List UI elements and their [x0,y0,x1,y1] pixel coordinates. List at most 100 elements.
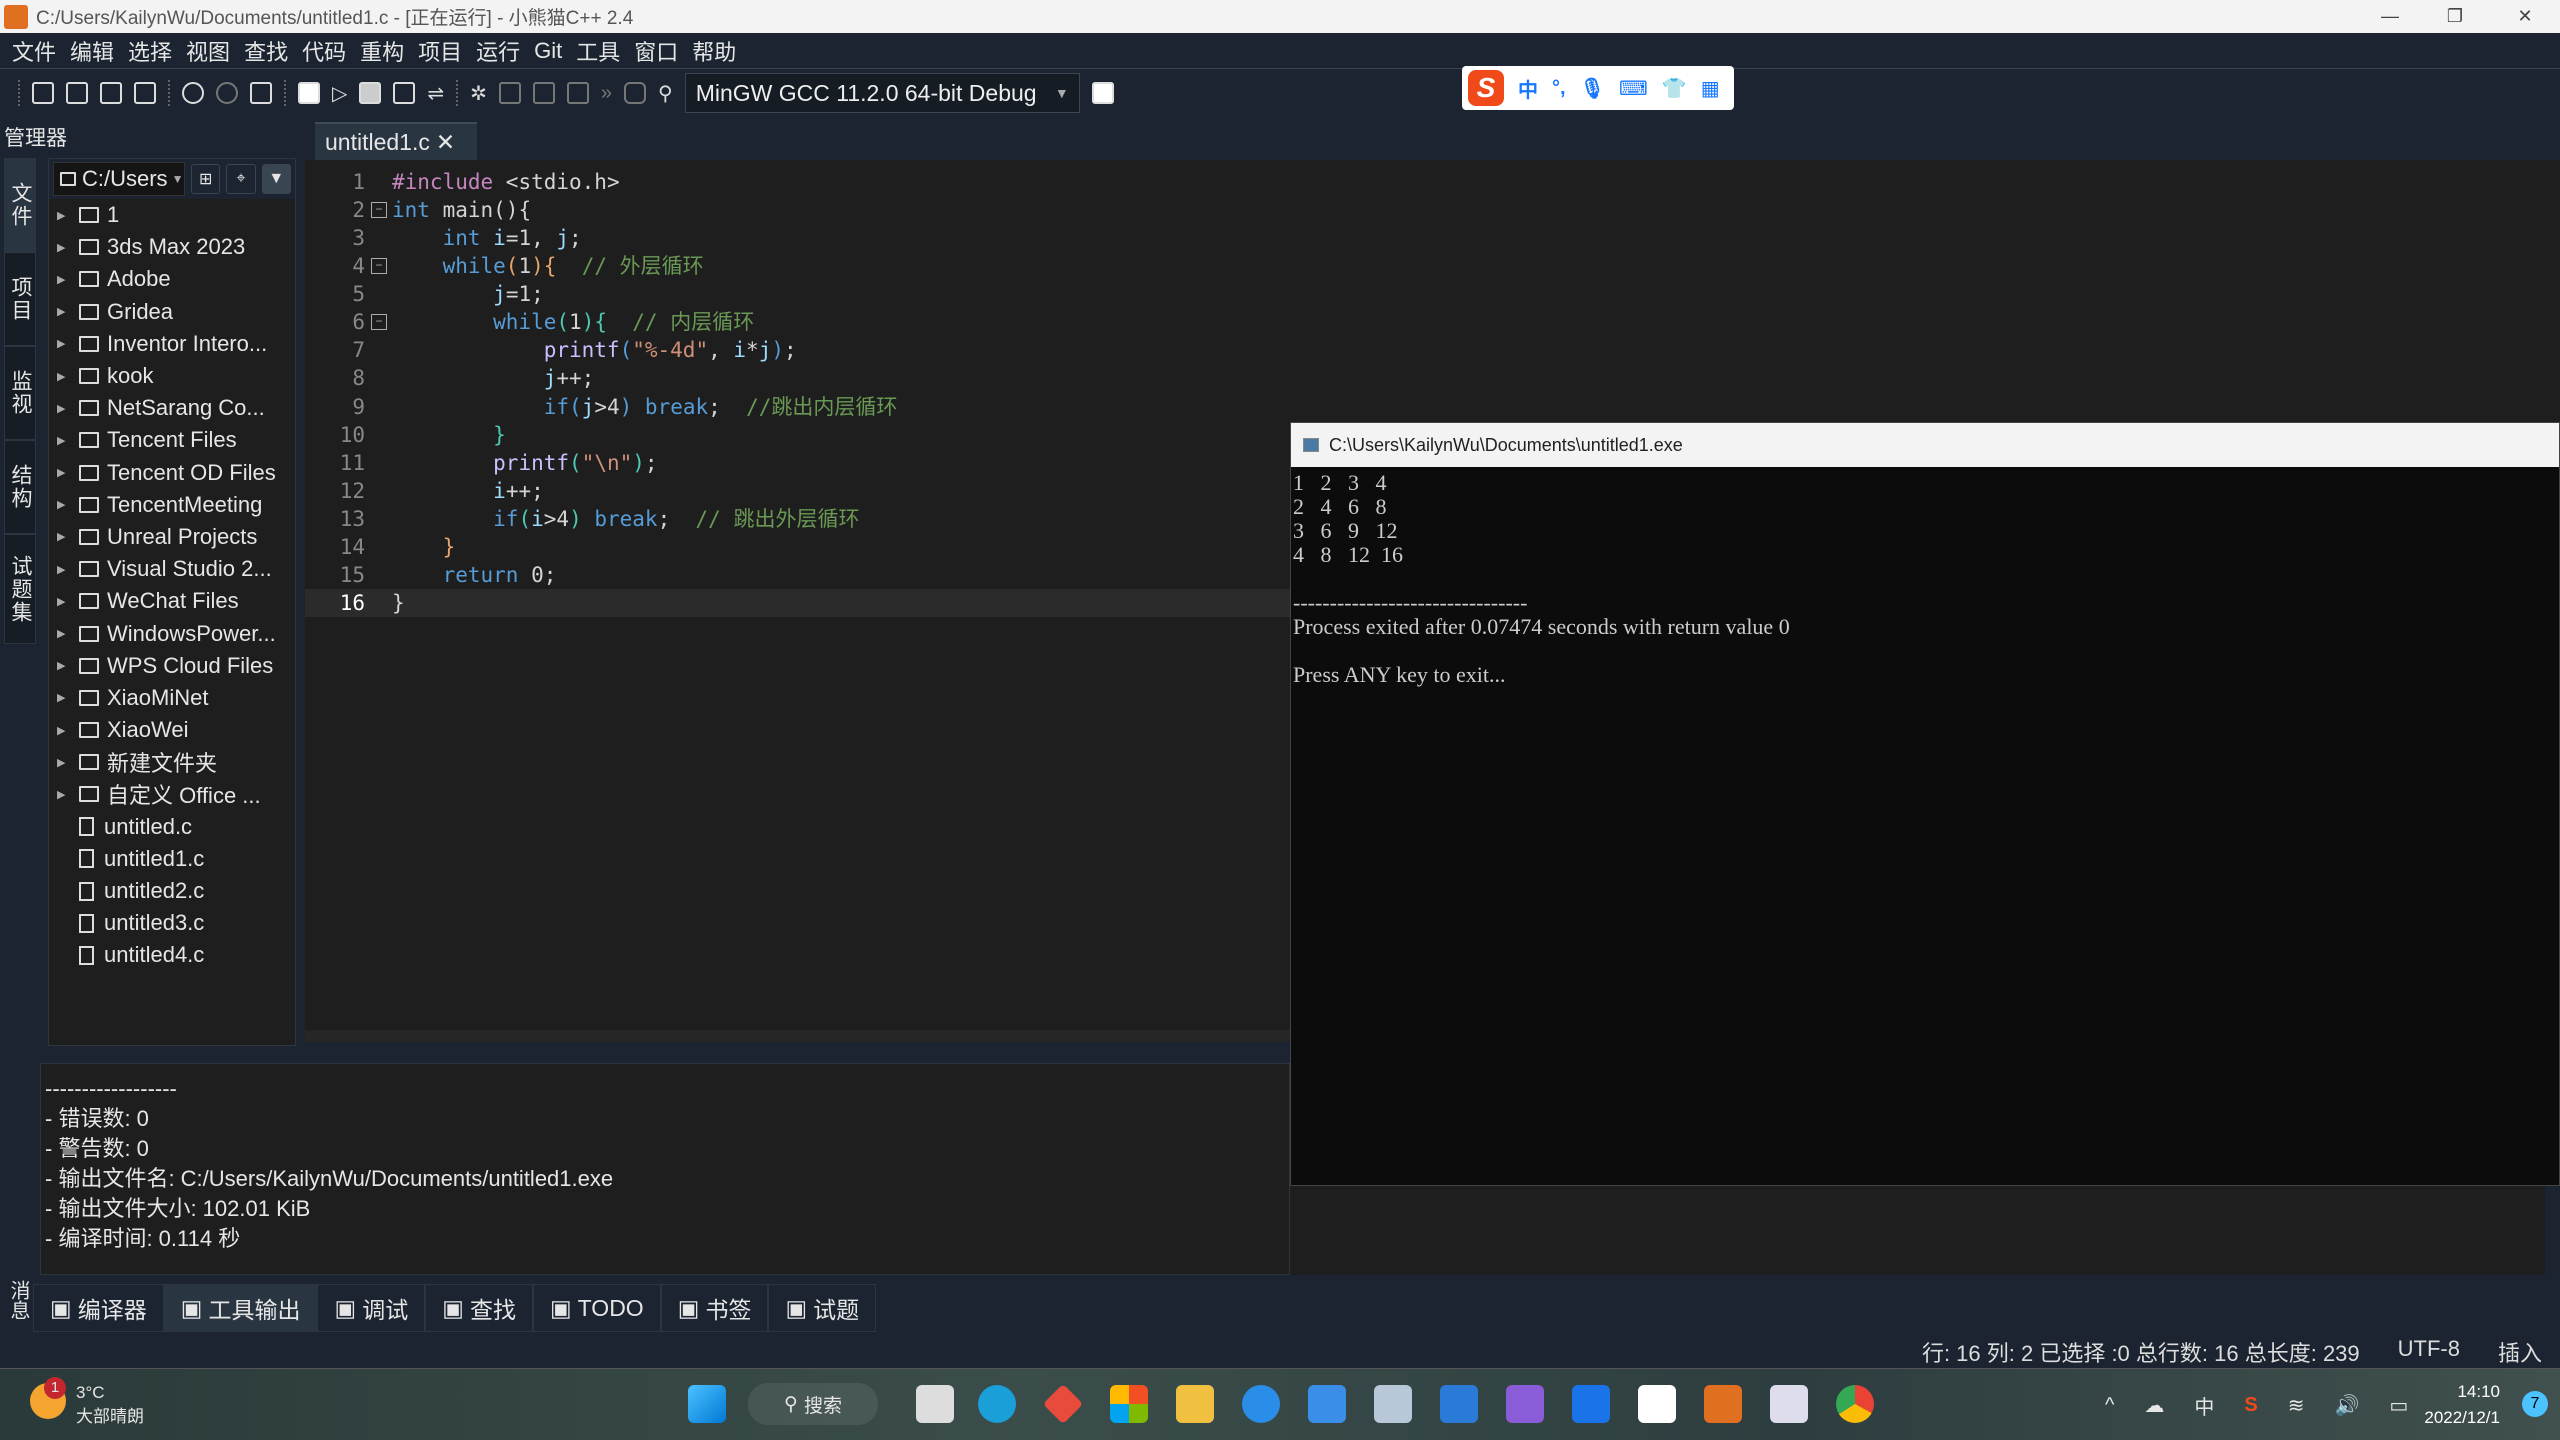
mail-icon[interactable] [1440,1385,1478,1423]
volume-icon[interactable]: 🔊 [2335,1393,2360,1418]
tree-item[interactable]: ▶ TencentMeeting [49,489,295,521]
bottom-tab[interactable]: ▣ 试题 [768,1284,877,1332]
ime-lang[interactable]: 中 [1518,74,1538,103]
code-line[interactable]: 7 printf("%-4d", i*j); [305,336,2560,364]
run-icon[interactable]: ▷ [332,81,347,106]
expand-icon[interactable]: ▶ [57,530,69,543]
expand-icon[interactable]: ▶ [57,209,69,222]
weather-widget[interactable]: 3°C 大部晴朗 [76,1381,144,1429]
tree-item[interactable]: ▶ kook [49,360,295,392]
expand-icon[interactable]: ▶ [57,659,69,672]
keyboard-icon[interactable]: ⌨ [1619,76,1648,101]
path-select[interactable]: C:/Users ▼ [53,162,185,196]
code-line[interactable]: 5 j=1; [305,280,2560,308]
clock[interactable]: 14:10 2022/12/1 [2424,1379,2500,1431]
tree-item[interactable]: ▶ 3ds Max 2023 [49,231,295,263]
sogou-icon[interactable]: S [2244,1394,2257,1417]
expand-icon[interactable]: ▶ [57,691,69,704]
expand-icon[interactable]: ▶ [57,756,69,769]
tree-item[interactable]: untitled1.c [49,843,295,875]
toolbox-icon[interactable]: ▦ [1701,76,1720,101]
tree-item[interactable]: ▶ Adobe [49,263,295,295]
tree-item[interactable]: ▶ Gridea [49,296,295,328]
manager-tab[interactable]: 结构 [4,440,36,534]
bottom-tab[interactable]: ▣ TODO [532,1284,661,1332]
close-button[interactable]: ✕ [2490,0,2560,33]
photos-icon[interactable] [1374,1385,1412,1423]
code-line[interactable]: 6 while(1){ // 内层循环 [305,308,2560,336]
menu-item[interactable]: 帮助 [692,35,736,67]
search-button[interactable]: ⚲ 搜索 [748,1383,878,1425]
help-icon[interactable] [1242,1385,1280,1423]
fold-toggle-icon[interactable]: − [371,202,387,219]
options-icon[interactable]: ⇌ [427,81,444,106]
expand-icon[interactable]: ▶ [57,498,69,511]
tree-item[interactable]: untitled4.c [49,939,295,971]
code-line[interactable]: 8 j++; [305,364,2560,392]
tree-item[interactable]: ▶ Visual Studio 2... [49,553,295,585]
code-line[interactable]: 4 while(1){ // 外层循环 [305,252,2560,280]
task-view-icon[interactable] [916,1385,954,1423]
step-out-icon[interactable] [566,82,589,104]
open-project-icon[interactable] [32,82,54,104]
fold-toggle-icon[interactable]: − [371,314,387,331]
expand-icon[interactable]: ▶ [57,788,69,801]
step-over-icon[interactable] [498,82,521,104]
editor-horizontal-scrollbar[interactable] [305,1030,1290,1042]
tree-item[interactable]: ▶ Inventor Intero... [49,328,295,360]
profile-icon[interactable]: ⚲ [658,81,673,106]
debug-icon[interactable]: ✲ [470,81,487,106]
minimize-button[interactable]: — [2355,0,2425,33]
chevron-up-icon[interactable]: ^ [2105,1394,2114,1417]
expand-icon[interactable]: ▶ [57,273,69,286]
notification-badge[interactable]: 7 [2522,1391,2548,1417]
tree-item[interactable]: ▶ Tencent Files [49,424,295,456]
back-icon[interactable] [182,82,204,104]
edge-icon[interactable] [978,1385,1016,1423]
menu-item[interactable]: 项目 [418,35,462,67]
tab-untitled1[interactable]: untitled1.c ✕ [315,122,477,160]
forward-icon[interactable] [216,82,238,104]
bottom-tab[interactable]: ▣ 调试 [317,1284,426,1332]
tree-item[interactable]: ▶ XiaoMiNet [49,682,295,714]
skin-icon[interactable]: 👕 [1662,76,1687,101]
app-red-icon[interactable] [1042,1383,1084,1425]
step-into-icon[interactable] [532,82,555,104]
manager-tab[interactable]: 文件 [4,158,36,252]
feishu-icon[interactable] [1572,1385,1610,1423]
bottom-tab[interactable]: ▣ 书签 [660,1284,769,1332]
tree-item[interactable]: ▶ 新建文件夹 [49,746,295,778]
close-tab-icon[interactable]: ✕ [436,129,455,156]
new-folder-button[interactable]: ⊞ [190,164,221,194]
locate-button[interactable]: ⌖ [226,164,256,194]
expand-icon[interactable]: ▶ [57,337,69,350]
format-icon[interactable] [250,82,272,104]
tree-item[interactable]: untitled3.c [49,907,295,939]
tree-item[interactable]: ▶ Tencent OD Files [49,457,295,489]
compile-run-icon[interactable] [359,82,382,104]
console-window[interactable]: C:\Users\KailynWu\Documents\untitled1.ex… [1290,422,2560,1186]
menu-item[interactable]: 运行 [476,35,520,67]
bottom-tab[interactable]: ▣ 编译器 [33,1284,164,1332]
tree-item[interactable]: ▶ WeChat Files [49,585,295,617]
manager-tab[interactable]: 试题集 [4,534,36,644]
code-line[interactable]: 3 int i=1, j; [305,224,2560,252]
expand-icon[interactable]: ▶ [57,595,69,608]
tree-item[interactable]: ▶ 自定义 Office ... [49,778,295,810]
bottom-tab[interactable]: ▣ 工具输出 [163,1284,318,1332]
menu-item[interactable]: 代码 [302,35,346,67]
chrome-icon[interactable] [1836,1385,1874,1423]
save-icon[interactable] [100,82,122,104]
battery-icon[interactable]: ▭ [2389,1393,2408,1418]
rebuild-icon[interactable] [393,82,416,104]
expand-icon[interactable]: ▶ [57,370,69,383]
fold-toggle-icon[interactable]: − [371,258,387,275]
tree-item[interactable]: ▶ Unreal Projects [49,521,295,553]
compile-icon[interactable] [298,82,320,104]
filter-button[interactable]: ▼ [261,164,292,194]
maximize-button[interactable]: ❐ [2420,0,2490,33]
continue-icon[interactable]: » [601,82,612,105]
visual-studio-icon[interactable] [1506,1385,1544,1423]
menu-item[interactable]: 编辑 [70,35,114,67]
expand-icon[interactable]: ▶ [57,241,69,254]
